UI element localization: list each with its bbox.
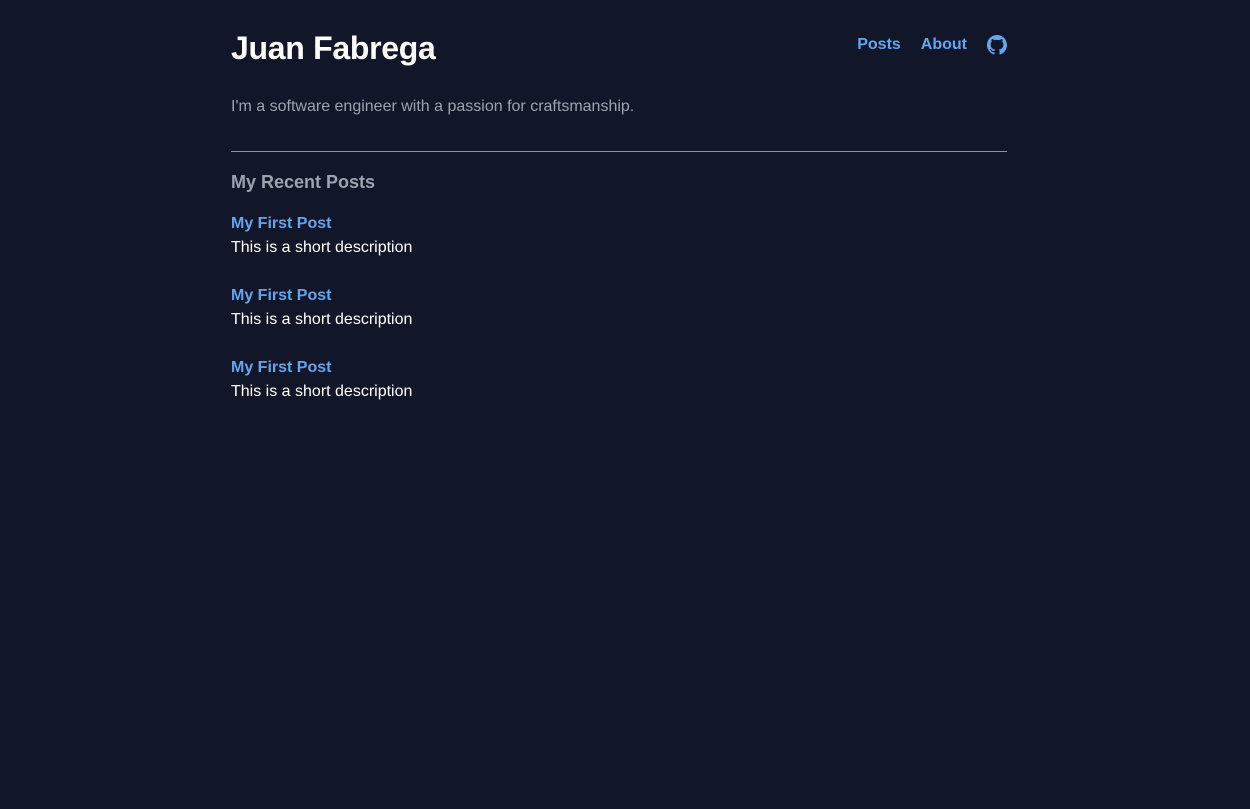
page-container: Juan Fabrega Posts About I'm a software … xyxy=(231,0,1007,400)
recent-posts-heading: My Recent Posts xyxy=(231,172,376,192)
post-title-link[interactable]: My First Post xyxy=(231,284,412,308)
github-icon xyxy=(987,35,1007,55)
site-header: Juan Fabrega Posts About xyxy=(231,0,1007,90)
post-description: This is a short description xyxy=(231,239,413,256)
post-title-link[interactable]: My First Post xyxy=(231,356,412,380)
nav-link-about[interactable]: About xyxy=(921,34,967,56)
site-tagline: I'm a software engineer with a passion f… xyxy=(231,98,635,115)
github-link[interactable] xyxy=(987,35,1007,55)
post-title-link[interactable]: My First Post xyxy=(231,212,412,236)
post-list-item: My First Post This is a short descriptio… xyxy=(231,212,412,260)
main-nav: Posts About xyxy=(857,34,1007,56)
section-divider xyxy=(231,151,1007,152)
post-list-item: My First Post This is a short descriptio… xyxy=(231,356,412,404)
post-list-item: My First Post This is a short descriptio… xyxy=(231,284,412,332)
site-title[interactable]: Juan Fabrega xyxy=(231,29,436,67)
nav-link-posts[interactable]: Posts xyxy=(857,34,901,56)
post-description: This is a short description xyxy=(231,311,413,328)
post-description: This is a short description xyxy=(231,383,413,400)
